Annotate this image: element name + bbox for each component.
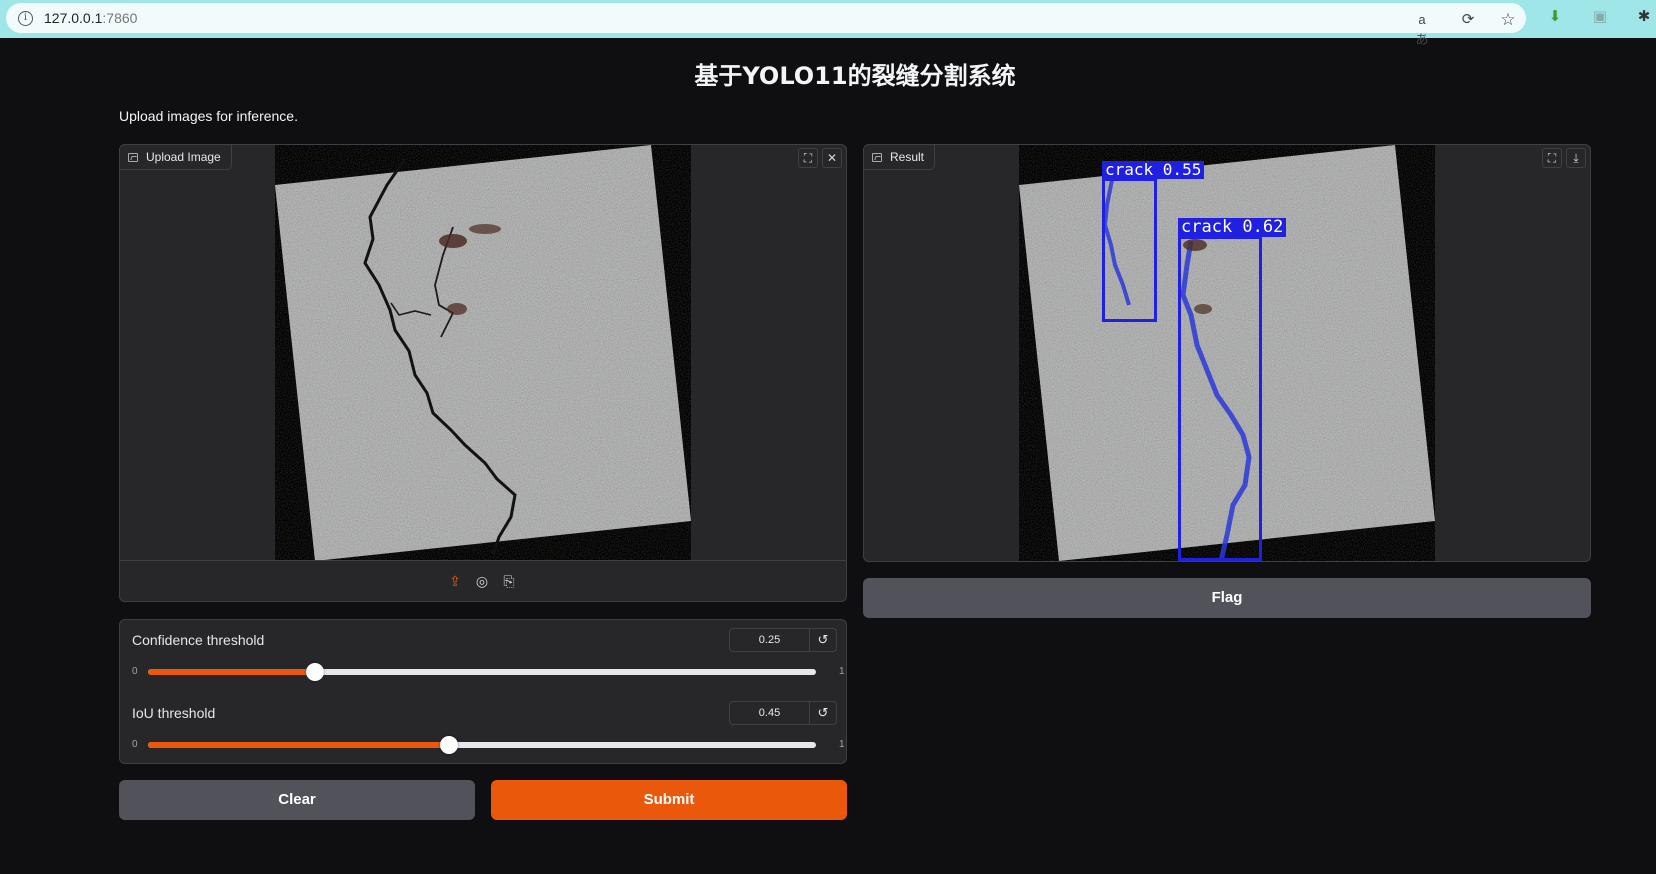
read-aloud-icon[interactable]: aあ [1412, 10, 1432, 47]
flag-button[interactable]: Flag [863, 578, 1591, 618]
slider-thumb[interactable] [439, 736, 458, 754]
submit-button[interactable]: Submit [491, 780, 847, 820]
slider-thumb[interactable] [306, 663, 324, 681]
reset-icon[interactable]: ↺ [810, 702, 836, 724]
image-source-bar: ⇪ ◎ ⎘ [120, 560, 846, 600]
range-max: 1 [839, 739, 845, 750]
range-max: 1 [839, 666, 845, 677]
close-icon[interactable]: ✕ [822, 148, 842, 168]
result-panel: Result ⛶ ⤓ crack 0.55 crack 0.62 [863, 144, 1591, 562]
result-label: Result [864, 145, 936, 170]
slider-fill [148, 669, 315, 675]
address-bar[interactable]: i 127.0.0.1:7860 aあ ⟳ ☆ [6, 3, 1526, 47]
page-title: 基于YOLO11的裂缝分割系统 [694, 62, 1016, 90]
confidence-label: Confidence threshold [132, 632, 265, 648]
extension-download-icon[interactable]: ⬇ [1545, 7, 1565, 27]
webcam-icon[interactable]: ◎ [472, 571, 492, 591]
clipboard-icon[interactable]: ⎘ [499, 571, 519, 591]
refresh-icon[interactable]: ⟳ [1458, 10, 1478, 30]
reset-icon[interactable]: ↺ [810, 629, 836, 651]
confidence-slider[interactable] [148, 663, 816, 681]
upload-image-label: Upload Image [120, 145, 232, 170]
image-icon [128, 152, 138, 162]
favorite-star-icon[interactable]: ☆ [1498, 10, 1518, 30]
iou-number-input[interactable]: 0.45 ↺ [729, 701, 837, 725]
confidence-slider-block: Confidence threshold 0.25 ↺ 0 1 [132, 628, 845, 692]
extension-screen-icon[interactable]: ▣ [1590, 7, 1610, 27]
clear-button[interactable]: Clear [119, 780, 475, 820]
detection-box [1178, 236, 1262, 561]
fullscreen-icon[interactable]: ⛶ [798, 148, 818, 168]
upload-icon[interactable]: ⇪ [445, 571, 465, 591]
iou-slider[interactable] [148, 736, 816, 754]
image-icon [872, 152, 882, 162]
browser-toolbar: i 127.0.0.1:7860 aあ ⟳ ☆ ⬇ ▣ ✱ [0, 0, 1656, 47]
confidence-number-input[interactable]: 0.25 ↺ [729, 628, 837, 652]
site-info-icon[interactable]: i [18, 11, 33, 26]
detection-label: crack 0.62 [1178, 218, 1287, 237]
extensions-puzzle-icon[interactable]: ✱ [1634, 7, 1654, 27]
uploaded-image [275, 145, 691, 561]
range-min: 0 [132, 666, 138, 677]
page-description: Upload images for inference. [119, 108, 298, 124]
parameters-panel: Confidence threshold 0.25 ↺ 0 1 IoU thre… [119, 619, 847, 764]
iou-label: IoU threshold [132, 705, 216, 721]
download-icon[interactable]: ⤓ [1566, 148, 1586, 168]
detection-box [1102, 178, 1157, 322]
range-min: 0 [132, 739, 138, 750]
detection-label: crack 0.55 [1102, 161, 1205, 179]
fullscreen-icon[interactable]: ⛶ [1542, 148, 1562, 168]
iou-slider-block: IoU threshold 0.45 ↺ 0 1 [132, 701, 845, 763]
slider-fill [148, 742, 449, 748]
url-text[interactable]: 127.0.0.1:7860 [44, 10, 137, 26]
upload-image-panel[interactable]: Upload Image ⛶ ✕ ⇪ ◎ ⎘ [119, 144, 847, 602]
result-image: crack 0.55 crack 0.62 [1019, 145, 1435, 561]
